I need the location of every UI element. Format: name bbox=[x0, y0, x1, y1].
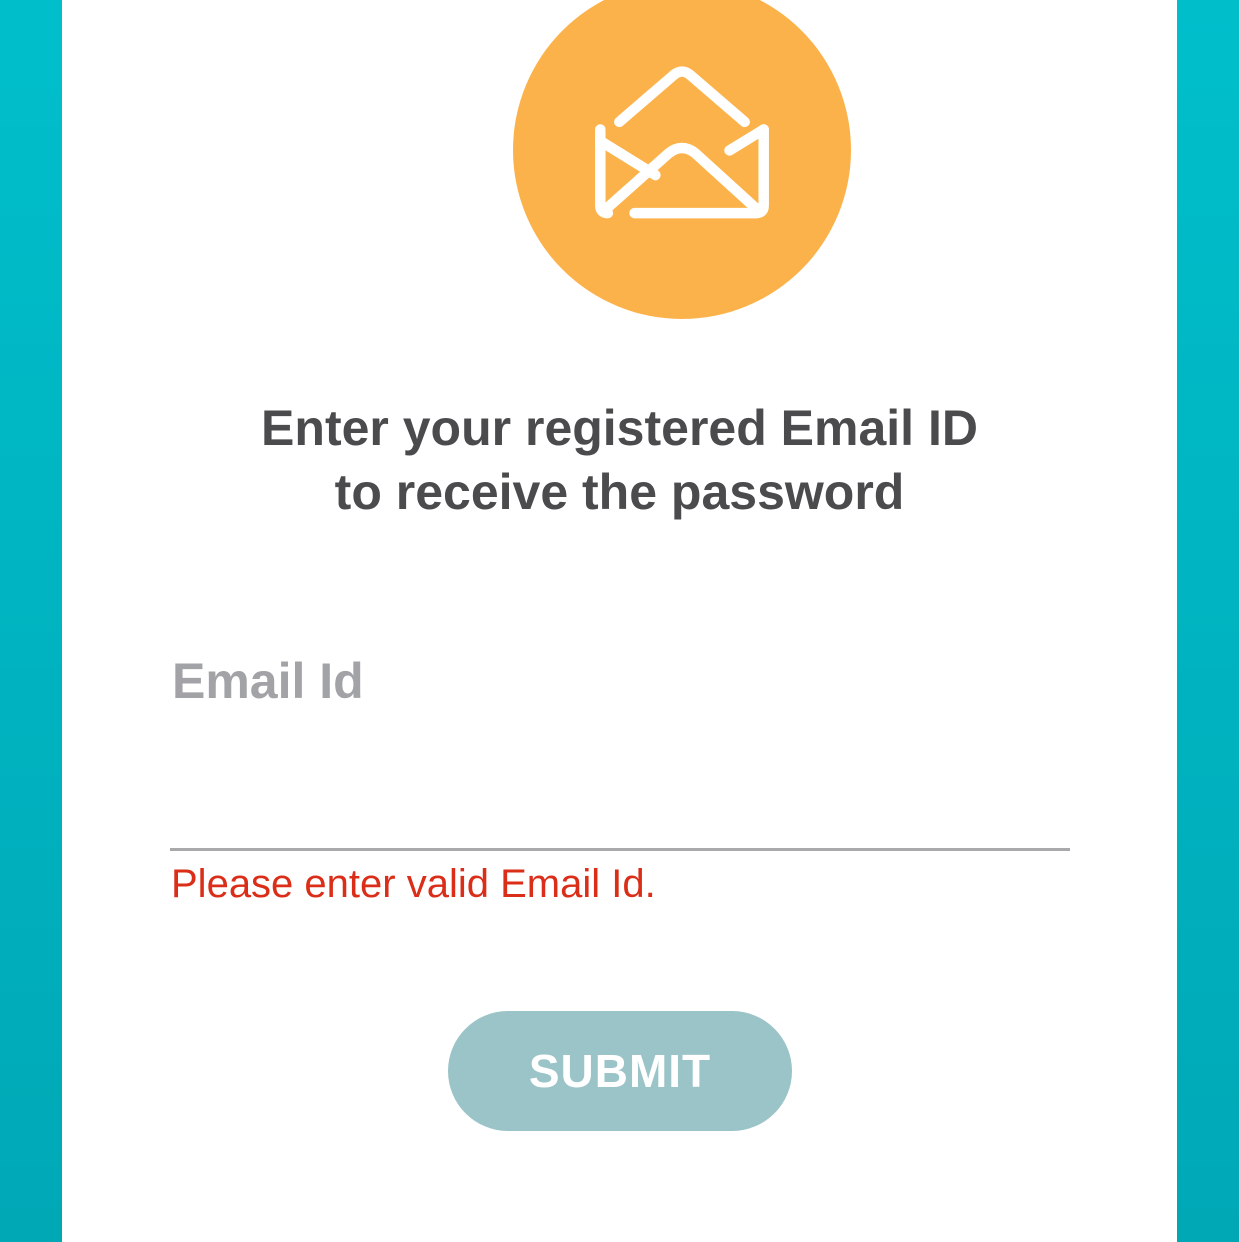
open-envelope-icon bbox=[595, 66, 769, 219]
email-input[interactable] bbox=[170, 648, 1070, 838]
envelope-badge bbox=[513, 0, 851, 319]
submit-button[interactable]: SUBMIT bbox=[448, 1011, 792, 1131]
forgot-password-card: Enter your registered Email ID to receiv… bbox=[62, 0, 1177, 1242]
email-error-message: Please enter valid Email Id. bbox=[171, 862, 656, 906]
instruction-text: Enter your registered Email ID to receiv… bbox=[62, 396, 1177, 524]
email-field[interactable]: Email Id bbox=[170, 648, 1070, 851]
instruction-line-1: Enter your registered Email ID bbox=[261, 400, 978, 456]
screen-background: Enter your registered Email ID to receiv… bbox=[0, 0, 1239, 1242]
instruction-line-2: to receive the password bbox=[334, 464, 905, 520]
